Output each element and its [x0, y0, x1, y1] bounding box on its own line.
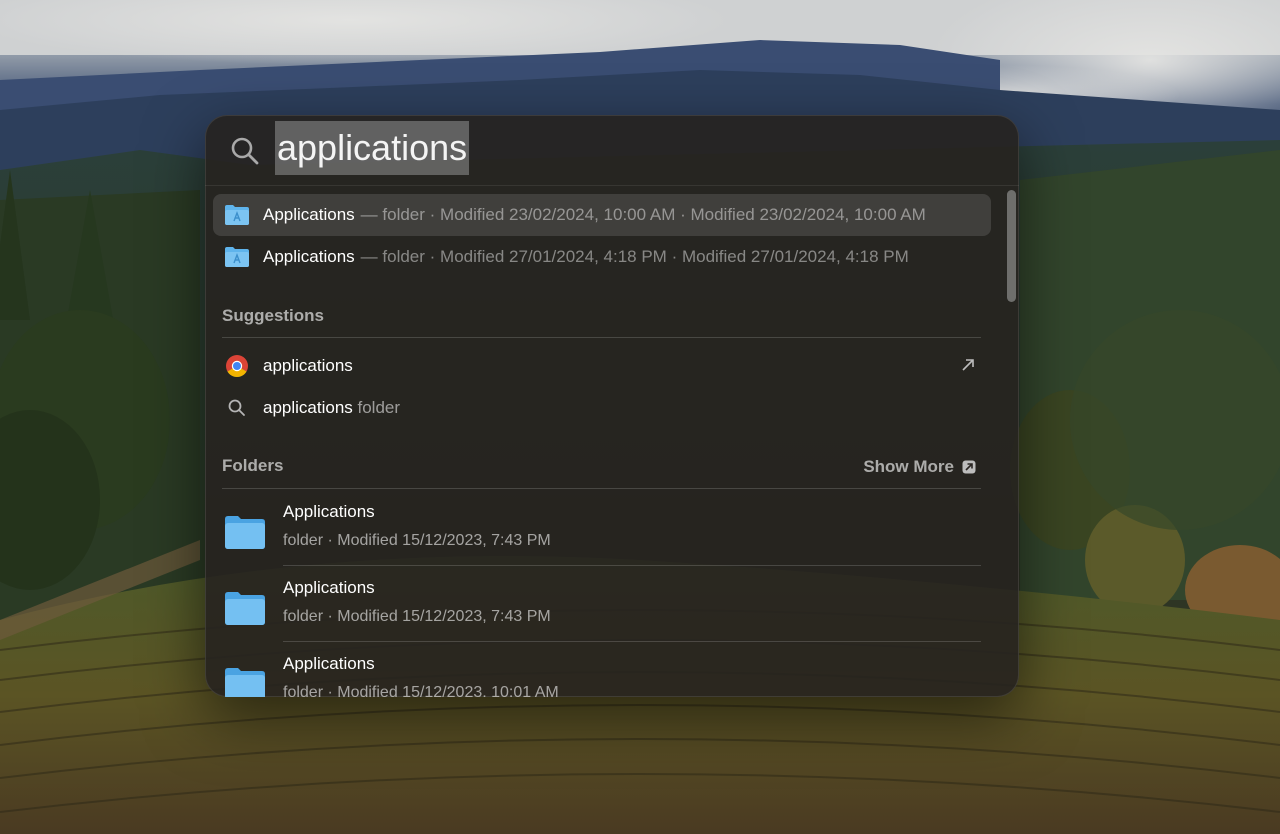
search-icon [228, 399, 245, 416]
folder-meta: folder · Modified 15/12/2023, 10:01 AM [283, 684, 559, 697]
applications-folder-icon [225, 247, 249, 267]
folders-heading: Folders [222, 456, 284, 475]
folder-name: Applications [283, 502, 375, 521]
applications-folder-icon [225, 205, 249, 225]
folder-icon [225, 516, 265, 549]
arrow-up-right-icon [962, 460, 976, 474]
top-hit-name: Applications [263, 247, 355, 266]
top-hit-meta: — folder · Modified 23/02/2024, 10:00 AM… [360, 205, 926, 224]
folder-name: Applications [283, 654, 375, 673]
top-hit-name: Applications [263, 205, 355, 224]
suggestion-row-search[interactable]: applications folder [213, 388, 991, 428]
folder-result-row[interactable]: Applications folder · Modified 15/12/202… [222, 566, 981, 642]
suggestion-text: applications folder [263, 398, 401, 417]
folder-icon [225, 668, 265, 697]
show-more-label: Show More [863, 457, 954, 476]
show-more-button[interactable]: Show More [863, 457, 976, 477]
folder-icon [225, 592, 265, 625]
search-icon [231, 137, 259, 165]
open-external-icon [962, 359, 974, 371]
folder-meta: folder · Modified 15/12/2023, 7:43 PM [283, 532, 551, 549]
chrome-icon [226, 355, 248, 377]
top-hit-meta: — folder · Modified 27/01/2024, 4:18 PM … [360, 247, 909, 266]
suggestion-text: applications [263, 356, 353, 375]
divider [222, 337, 981, 338]
search-input[interactable]: applications [275, 121, 470, 175]
search-bar: applications [205, 115, 1019, 186]
suggestion-row-web[interactable]: applications [213, 346, 991, 386]
top-hit-row[interactable]: Applications — folder · Modified 23/02/2… [213, 194, 991, 236]
folder-name: Applications [283, 578, 375, 597]
folder-meta: folder · Modified 15/12/2023, 7:43 PM [283, 608, 551, 625]
scrollbar-thumb[interactable] [1007, 190, 1016, 302]
results-list: Applications — folder · Modified 23/02/2… [205, 186, 1019, 697]
folder-result-row[interactable]: Applications folder · Modified 15/12/202… [222, 642, 981, 697]
spotlight-window: applications Applications — folder · Mod… [205, 115, 1019, 697]
suggestions-heading: Suggestions [222, 306, 325, 325]
folder-result-row[interactable]: Applications folder · Modified 15/12/202… [222, 490, 981, 566]
top-hit-row[interactable]: Applications — folder · Modified 27/01/2… [213, 236, 991, 278]
divider [222, 488, 981, 489]
